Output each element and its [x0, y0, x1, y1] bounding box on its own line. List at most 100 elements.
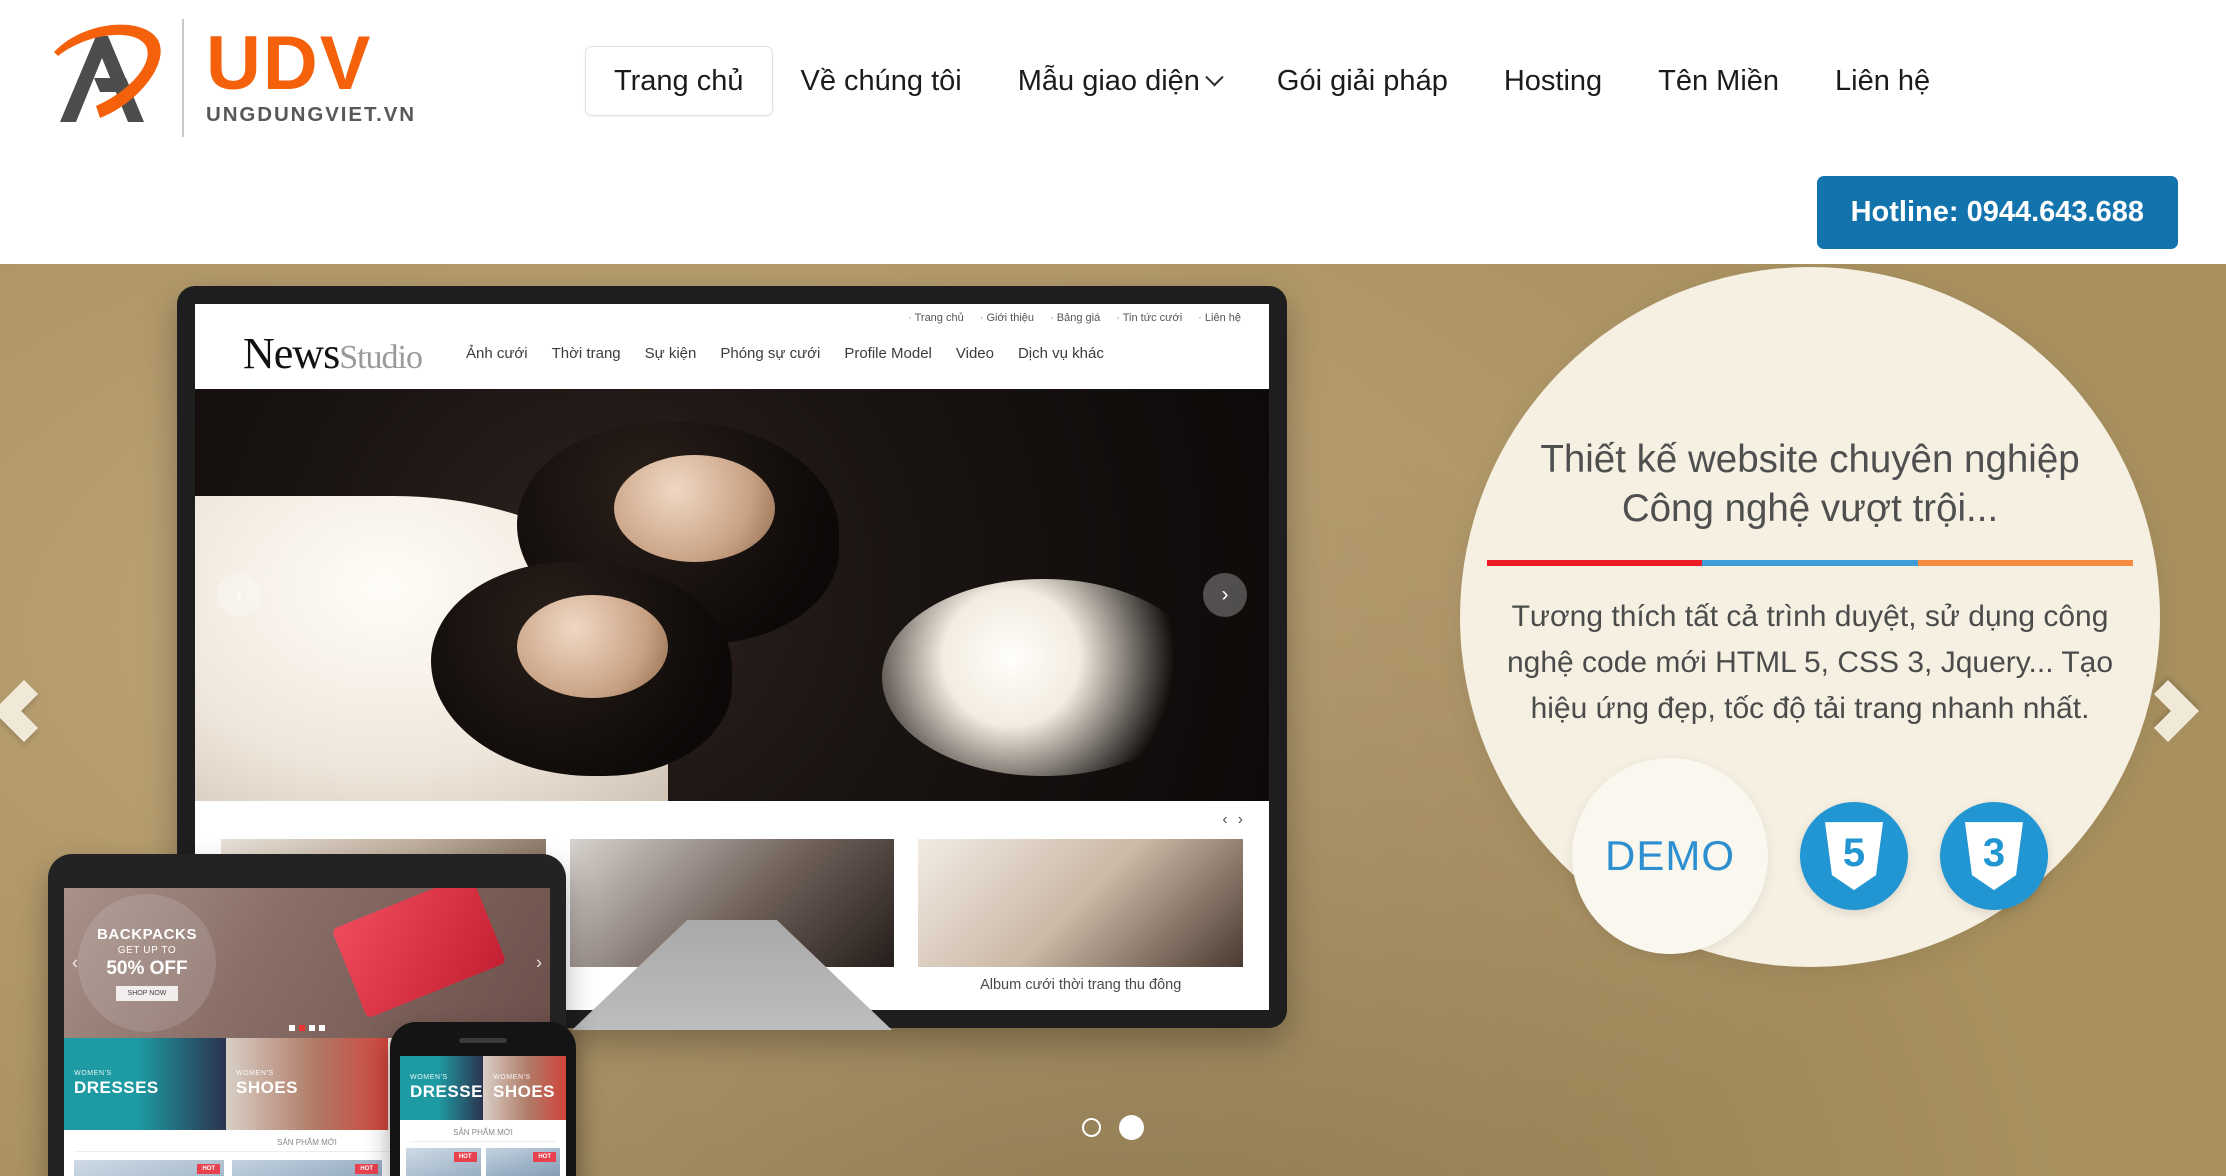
nav-item-ten-mien[interactable]: Tên Miền [1630, 47, 1807, 115]
handbag-photo [331, 888, 507, 1019]
divider-orange [1917, 559, 2133, 566]
logo-tagline: UNGDUNGVIET.VN [206, 103, 416, 127]
logo[interactable]: UDV UNGDUNGVIET.VN [48, 8, 416, 148]
chevron-left-icon [0, 679, 56, 743]
nav-label: Mẫu giao diện [1017, 65, 1200, 97]
tablet-prev-arrow[interactable]: ‹ [72, 953, 78, 974]
css3-badge-icon[interactable]: 3 [1940, 802, 2048, 911]
demo-slider-prev[interactable]: ‹ [217, 573, 261, 617]
slider-dot-active[interactable] [299, 1025, 305, 1031]
demo-site-header: NewsStudio Ảnh cưới Thời trang Sự kiện P… [195, 328, 1269, 389]
hero-circle-panel: Thiết kế website chuyên nghiệp Công nghệ… [1460, 267, 2160, 967]
demo-nav-item[interactable]: Phóng sự cưới [720, 345, 820, 362]
product-tag: HOT [533, 1152, 556, 1162]
nav-label: Trang chủ [614, 65, 744, 97]
hotline-button[interactable]: Hotline: 0944.643.688 [1816, 176, 2178, 249]
demo-thumbs-controls: ‹ › [195, 801, 1269, 833]
category-big: SHOES [236, 1078, 299, 1098]
phone-screen: WOMEN'S DRESSES WOMEN'S SHOES SẢN PHẨM M… [400, 1056, 566, 1176]
demo-nav-item[interactable]: Profile Model [844, 345, 932, 362]
product-tag: HOT [197, 1164, 220, 1174]
hero-body-text: Tương thích tất cả trình duyệt, sử dụng … [1506, 599, 2114, 725]
category-big: DRESSES [74, 1078, 159, 1098]
topbar-link[interactable]: Liên hệ [1198, 312, 1241, 324]
slider-dot[interactable] [319, 1025, 325, 1031]
demo-slider-next[interactable]: › [1203, 573, 1247, 617]
demo-nav-item[interactable]: Video [956, 345, 994, 362]
main-navigation: Trang chủ Về chúng tôi Mẫu giao diện Gói… [585, 46, 1958, 117]
product-card[interactable]: HOT Thời trang bán chính thu phối lâu 1.… [232, 1160, 382, 1176]
nav-item-mau-giao-dien[interactable]: Mẫu giao diện [990, 47, 1249, 115]
divider-blue [1702, 559, 1918, 566]
phone-category-row: WOMEN'S DRESSES WOMEN'S SHOES [400, 1056, 566, 1120]
demo-site-nav: Ảnh cưới Thời trang Sự kiện Phóng sự cướ… [466, 345, 1104, 362]
demo-nav-item[interactable]: Ảnh cưới [466, 345, 528, 362]
demo-nav-item[interactable]: Sự kiện [645, 345, 697, 362]
phone-speaker [459, 1038, 507, 1043]
nav-item-hosting[interactable]: Hosting [1476, 47, 1630, 115]
slider-dot[interactable] [289, 1025, 295, 1031]
topbar-link[interactable]: Tin tức cưới [1116, 312, 1182, 324]
thumb-card[interactable]: Album cưới thời trang thu đông [918, 839, 1244, 993]
product-card[interactable]: HOT Thời trang bán chính thu phối lâu 1.… [485, 1148, 560, 1176]
category-big: DRESSES [410, 1082, 483, 1102]
logo-divider [182, 19, 184, 137]
promo-shop-button[interactable]: SHOP NOW [115, 985, 179, 1001]
demo-button[interactable]: DEMO [1572, 758, 1768, 955]
photo-flowers [882, 578, 1205, 777]
site-header: UDV UNGDUNGVIET.VN Trang chủ Về chúng tô… [0, 0, 2226, 264]
thumb-prev-icon[interactable]: ‹ [1222, 811, 1227, 829]
demo-nav-item[interactable]: Dịch vụ khác [1018, 345, 1104, 362]
swoosh-a-logo-icon [54, 24, 161, 122]
nav-label: Tên Miền [1658, 65, 1780, 97]
tablet-next-arrow[interactable]: › [536, 953, 542, 974]
hero-slider-dot-1[interactable] [1082, 1118, 1101, 1137]
tablet-slider-dots [289, 1025, 325, 1031]
hero-prev-arrow[interactable] [0, 679, 64, 751]
hero-title-line2: Công nghệ vượt trội... [1621, 487, 1999, 531]
demo-site-topbar: Trang chủ Giới thiệu Bảng giá Tin tức cư… [195, 304, 1269, 328]
hero-badge-row: DEMO 5 3 [1572, 758, 2048, 955]
phone-products-heading: SẢN PHẨM MỚI [410, 1120, 556, 1142]
promo-line3: 50% OFF [106, 957, 188, 979]
category-small: WOMEN'S [74, 1070, 112, 1078]
brand-main: News [243, 329, 340, 378]
topbar-link[interactable]: Trang chủ [908, 312, 964, 324]
tricolor-divider [1487, 559, 2133, 566]
demo-nav-item[interactable]: Thời trang [552, 345, 621, 362]
nav-item-lien-he[interactable]: Liên hệ [1807, 47, 1958, 115]
product-card[interactable]: HOT Thời trang bán chính thu phối lâu 1.… [74, 1160, 224, 1176]
nav-item-ve-chung-toi[interactable]: Về chúng tôi [773, 47, 990, 115]
nav-label: Về chúng tôi [800, 65, 962, 97]
nav-item-trang-chu[interactable]: Trang chủ [585, 46, 773, 117]
chevron-right-icon [2136, 679, 2200, 743]
product-card[interactable]: HOT Thời trang bán chính thu phối lâu 1.… [406, 1148, 481, 1176]
product-tag: HOT [453, 1152, 477, 1162]
thumb-next-icon[interactable]: › [1238, 811, 1243, 829]
product-tag: HOT [355, 1164, 378, 1174]
promo-badge: BACKPACKS GET UP TO 50% OFF SHOP NOW [78, 894, 216, 1032]
nav-label: Hosting [1503, 65, 1603, 97]
chevron-down-icon [1205, 67, 1224, 87]
category-card[interactable]: WOMEN'S DRESSES [400, 1056, 483, 1120]
hero-next-arrow[interactable] [2136, 679, 2208, 751]
logo-text: UDV UNGDUNGVIET.VN [206, 25, 416, 128]
category-card[interactable]: WOMEN'S SHOES [226, 1038, 388, 1130]
hero-title: Thiết kế website chuyên nghiệp Công nghệ… [1500, 435, 2120, 534]
demo-hero-photo: ‹ › [195, 389, 1269, 801]
photo-face [517, 595, 668, 698]
promo-line1: BACKPACKS [96, 925, 198, 943]
slider-dot[interactable] [309, 1025, 315, 1031]
html5-badge-icon[interactable]: 5 [1800, 802, 1908, 911]
hero-slider-dot-2-active[interactable] [1119, 1115, 1144, 1140]
nav-label: Liên hệ [1835, 65, 1931, 97]
nav-item-goi-giai-phap[interactable]: Gói giải pháp [1249, 47, 1476, 115]
category-card[interactable]: WOMEN'S SHOES [483, 1056, 566, 1120]
category-card[interactable]: WOMEN'S DRESSES [64, 1038, 226, 1130]
topbar-link[interactable]: Giới thiệu [980, 312, 1034, 324]
photo-face [613, 454, 775, 563]
demo-site-logo[interactable]: NewsStudio [243, 328, 423, 379]
hero-slider: Trang chủ Giới thiệu Bảng giá Tin tức cư… [0, 264, 2226, 1176]
topbar-link[interactable]: Bảng giá [1050, 312, 1100, 324]
nav-label: Gói giải pháp [1276, 65, 1448, 97]
